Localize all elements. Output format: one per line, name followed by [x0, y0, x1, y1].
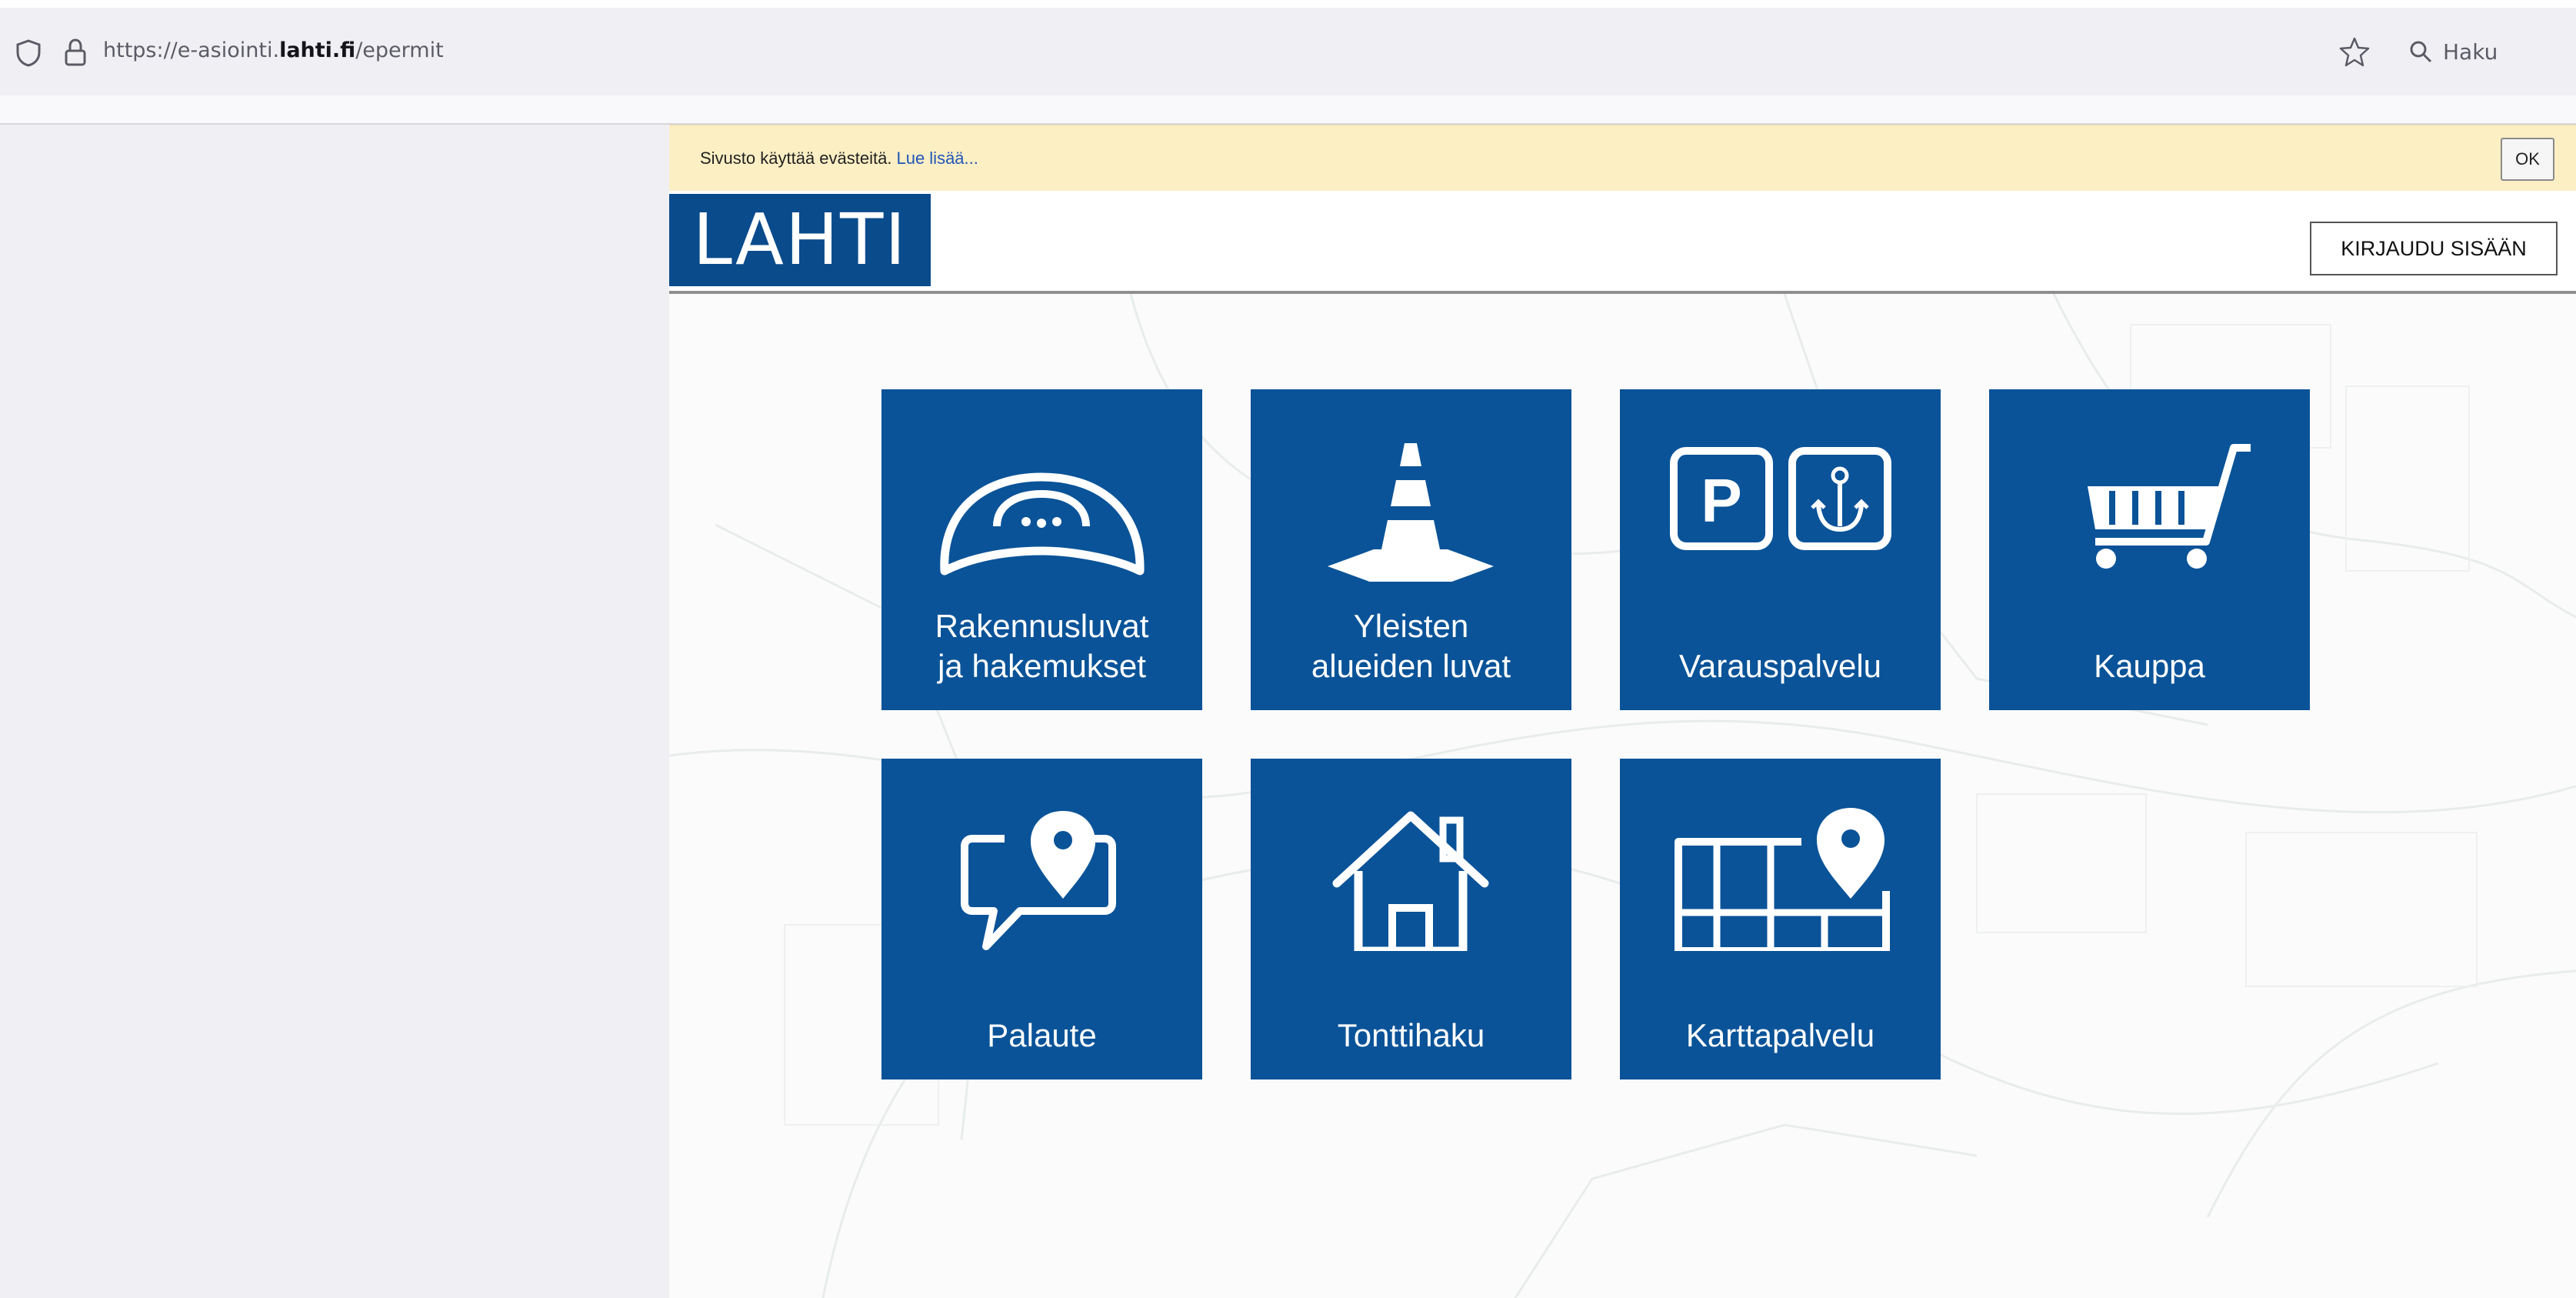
logo-text: LAHTI [692, 199, 908, 281]
cookie-read-more-link[interactable]: Lue lisää... [896, 148, 978, 168]
page-left-margin [0, 125, 669, 1298]
tile-label: Karttapalvelu [1685, 1017, 1875, 1053]
shopping-cart-icon [2088, 444, 2251, 569]
login-button[interactable]: KIRJAUDU SISÄÄN [2310, 222, 2558, 275]
tile-label-line2: alueiden luvat [1311, 648, 1511, 684]
cookie-message: Sivusto käyttää evästeitä. [700, 148, 892, 168]
url-path: /epermit [355, 38, 444, 62]
tile-yleisten-alueiden-luvat[interactable]: Yleisten alueiden luvat [1251, 389, 1571, 710]
window-top-strip [0, 0, 2576, 8]
feedback-pin-icon [961, 811, 1116, 950]
hard-hat-icon [940, 472, 1145, 576]
tile-label-line1: Yleisten [1353, 608, 1469, 644]
search-placeholder: Haku [2443, 38, 2498, 65]
bookmarks-toolbar [0, 95, 2576, 125]
url-text[interactable]: https://e-asiointi.lahti.fi/epermit [103, 38, 444, 62]
browser-search-box[interactable]: Haku [2408, 31, 2498, 72]
bookmark-star-icon[interactable] [2338, 35, 2371, 68]
address-bar[interactable]: https://e-asiointi.lahti.fi/epermit Haku [0, 8, 2576, 95]
tile-kauppa[interactable]: Kauppa [1989, 389, 2310, 710]
lock-icon[interactable] [63, 37, 88, 68]
tile-palaute[interactable]: Palaute [881, 759, 1202, 1079]
parking-anchor-icon: P [1670, 447, 1891, 550]
url-prefix: https://e-asiointi. [103, 38, 280, 62]
tile-label: Palaute [987, 1017, 1097, 1053]
tile-rakennusluvat[interactable]: Rakennusluvat ja hakemukset [881, 389, 1202, 710]
tile-label-line1: Rakennusluvat [935, 608, 1149, 644]
search-icon [2410, 41, 2432, 63]
map-pin-icon [1675, 808, 1890, 951]
svg-text:P: P [1701, 466, 1741, 535]
traffic-cone-icon [1328, 443, 1494, 582]
tile-label: Rakennusluvat ja hakemukset [881, 606, 1202, 686]
tile-label: Yleisten alueiden luvat [1251, 606, 1571, 686]
main-content: Rakennusluvat ja hakemukset Yleisten alu… [669, 294, 2576, 1298]
cookie-ok-button[interactable]: OK [2501, 138, 2554, 181]
tile-varauspalvelu[interactable]: P Varauspalvelu [1620, 389, 1941, 710]
tile-tonttihaku[interactable]: Tonttihaku [1251, 759, 1571, 1079]
cookie-notice: Sivusto käyttää evästeitä. Lue lisää... O… [669, 125, 2576, 192]
shield-icon[interactable] [15, 38, 42, 68]
cookie-text: Sivusto käyttää evästeitä. Lue lisää... [700, 148, 978, 169]
lahti-logo[interactable]: LAHTI [669, 194, 931, 286]
tile-label: Kauppa [2094, 648, 2205, 684]
site-header: LAHTI KIRJAUDU SISÄÄN [669, 191, 2576, 294]
tile-label-line2: ja hakemukset [938, 648, 1146, 684]
tile-label: Varauspalvelu [1678, 648, 1882, 684]
tile-karttapalvelu[interactable]: Karttapalvelu [1620, 759, 1941, 1079]
url-domain: lahti.fi [279, 38, 356, 62]
house-icon [1332, 811, 1489, 951]
tile-label: Tonttihaku [1337, 1017, 1485, 1053]
